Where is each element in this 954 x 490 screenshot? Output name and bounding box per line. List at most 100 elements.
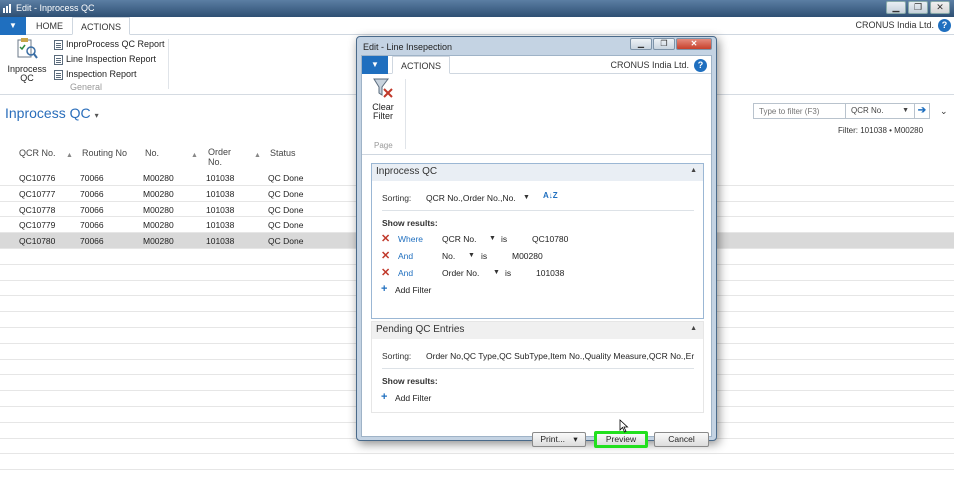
remove-filter-icon[interactable]: ✕ (381, 249, 390, 262)
filter-conjunction[interactable]: And (398, 268, 413, 278)
preview-button[interactable]: Preview (594, 431, 648, 448)
show-results-label: Show results: (382, 218, 438, 228)
ribbon-group-separator (168, 39, 169, 89)
cell-order-no: 101038 (206, 204, 235, 215)
dialog-ribbon: Clear Filter Page (362, 75, 711, 155)
filter-value[interactable]: QC10780 (532, 234, 568, 244)
clear-filter-button[interactable]: Clear Filter (366, 77, 400, 121)
print-button[interactable]: Print... ▾ (532, 432, 586, 447)
quick-filter-box: QCR No. ▼ ➔ (753, 103, 930, 119)
filter-operator: is (505, 268, 512, 278)
cell-order-no: 101038 (206, 188, 235, 199)
cell-qcr-no: QC10780 (19, 236, 56, 247)
minimize-button[interactable]: ▁ (886, 1, 906, 14)
inproprocess-qc-report-button[interactable]: InproProcess QC Report (54, 37, 165, 52)
report-icon (54, 54, 63, 65)
dialog-group-label-page: Page (374, 141, 393, 150)
filter-field[interactable]: Order No. (442, 268, 479, 278)
dialog-tab-bar: ▼ ACTIONS CRONUS India Ltd. ? (362, 56, 711, 74)
cell-status: QC Done (268, 173, 304, 183)
fasttab-header[interactable]: Pending QC Entries ▲ (372, 322, 703, 339)
tab-home[interactable]: HOME (28, 17, 71, 35)
print-label: Print... (540, 434, 565, 444)
report-icon (54, 39, 63, 50)
dialog-minimize-button[interactable]: ▁ (630, 38, 652, 50)
divider (382, 368, 694, 369)
add-filter-link[interactable]: Add Filter (395, 285, 431, 295)
filter-field-select[interactable]: QCR No. ▼ (847, 104, 915, 118)
tab-actions[interactable]: ACTIONS (72, 17, 131, 35)
cell-routing-no: 70066 (80, 173, 104, 183)
dialog-restore-button[interactable]: ❐ (653, 38, 675, 50)
inproprocess-qc-report-label: InproProcess QC Report (66, 39, 165, 49)
divider (382, 210, 694, 211)
dropdown-arrow-icon: ▼ (902, 107, 909, 114)
dialog-group-separator (405, 79, 406, 149)
filter-conjunction[interactable]: And (398, 251, 413, 261)
page-title-text: Inprocess QC (5, 105, 91, 121)
sorting-select[interactable]: Order No,QC Type,QC SubType,Item No.,Qua… (426, 351, 702, 361)
dropdown-arrow-icon[interactable]: ▼ (493, 269, 500, 276)
clear-filter-label: Clear Filter (372, 102, 394, 121)
remove-filter-icon[interactable]: ✕ (381, 232, 390, 245)
sorting-select[interactable]: QCR No.,Order No.,No. (426, 193, 516, 203)
filter-input[interactable] (754, 104, 846, 118)
filter-value[interactable]: 101038 (536, 268, 564, 278)
cell-order-no: 101038 (206, 173, 235, 183)
empty-row (0, 454, 954, 471)
cell-qcr-no: QC10776 (19, 173, 56, 183)
remove-filter-icon[interactable]: ✕ (381, 266, 390, 279)
column-header-status[interactable]: Status (270, 148, 296, 158)
dropdown-arrow-icon[interactable]: ▼ (489, 235, 496, 242)
dialog-help-icon[interactable]: ? (694, 59, 707, 72)
dialog-title: Edit - Line Insepection (363, 42, 453, 52)
file-menu-button[interactable]: ▼ (0, 17, 26, 35)
add-filter-icon[interactable]: + (381, 391, 387, 403)
chevron-down-icon: ▾ (94, 111, 99, 120)
filter-go-arrow-icon[interactable]: ➔ (914, 104, 929, 118)
restore-button[interactable]: ❐ (908, 1, 928, 14)
dropdown-arrow-icon[interactable]: ▼ (468, 252, 475, 259)
page-title[interactable]: Inprocess QC ▾ (5, 105, 99, 121)
column-header-order-no[interactable]: Order No. (208, 147, 244, 167)
expand-filter-icon[interactable]: ⌄ (940, 106, 948, 117)
cell-no: M00280 (143, 220, 174, 231)
filter-field[interactable]: No. (442, 251, 455, 261)
collapse-icon[interactable]: ▲ (690, 167, 697, 174)
dialog-file-menu-button[interactable]: ▼ (362, 56, 388, 74)
dialog-tab-actions[interactable]: ACTIONS (392, 56, 451, 74)
cell-qcr-no: QC10778 (19, 204, 56, 215)
cell-status: QC Done (268, 188, 304, 199)
help-icon[interactable]: ? (938, 19, 951, 32)
dialog-close-button[interactable]: ✕ (676, 38, 712, 50)
add-filter-link[interactable]: Add Filter (395, 393, 431, 403)
sort-order-icon[interactable]: A↓Z (543, 191, 558, 200)
sort-arrow-icon: ▲ (254, 152, 261, 159)
cell-qcr-no: QC10779 (19, 220, 56, 231)
cancel-button[interactable]: Cancel (654, 432, 709, 447)
line-inspection-dialog: Edit - Line Insepection ▁ ❐ ✕ ▼ ACTIONS … (356, 36, 717, 448)
company-name: CRONUS India Ltd. (855, 20, 934, 30)
cell-status: QC Done (268, 204, 304, 215)
window-title: Edit - Inprocess QC (16, 3, 95, 13)
fasttab-header[interactable]: Inprocess QC ▲ (372, 164, 703, 181)
ribbon-tab-bar: ▼ HOME ACTIONS CRONUS India Ltd. ? (0, 17, 954, 35)
filter-operator: is (481, 251, 488, 261)
cell-routing-no: 70066 (80, 188, 104, 199)
close-button[interactable]: ✕ (930, 1, 950, 14)
add-filter-icon[interactable]: + (381, 283, 387, 295)
filter-value[interactable]: M00280 (512, 251, 543, 261)
sorting-label: Sorting: (382, 193, 412, 203)
inspection-report-button[interactable]: Inspection Report (54, 67, 165, 82)
dropdown-arrow-icon[interactable]: ▼ (523, 194, 530, 201)
mouse-pointer-icon (619, 419, 629, 433)
column-header-qcr-no[interactable]: QCR No. (19, 148, 56, 158)
line-inspection-report-button[interactable]: Line Inspection Report (54, 52, 165, 67)
column-header-routing-no[interactable]: Routing No (82, 148, 127, 158)
filter-field-value: QCR No. (851, 106, 884, 115)
inprocess-qc-button[interactable]: Inprocess QC (4, 37, 50, 83)
filter-conjunction[interactable]: Where (398, 234, 423, 244)
column-header-no[interactable]: No. (145, 148, 159, 158)
collapse-icon[interactable]: ▲ (690, 325, 697, 332)
filter-field[interactable]: QCR No. (442, 234, 476, 244)
